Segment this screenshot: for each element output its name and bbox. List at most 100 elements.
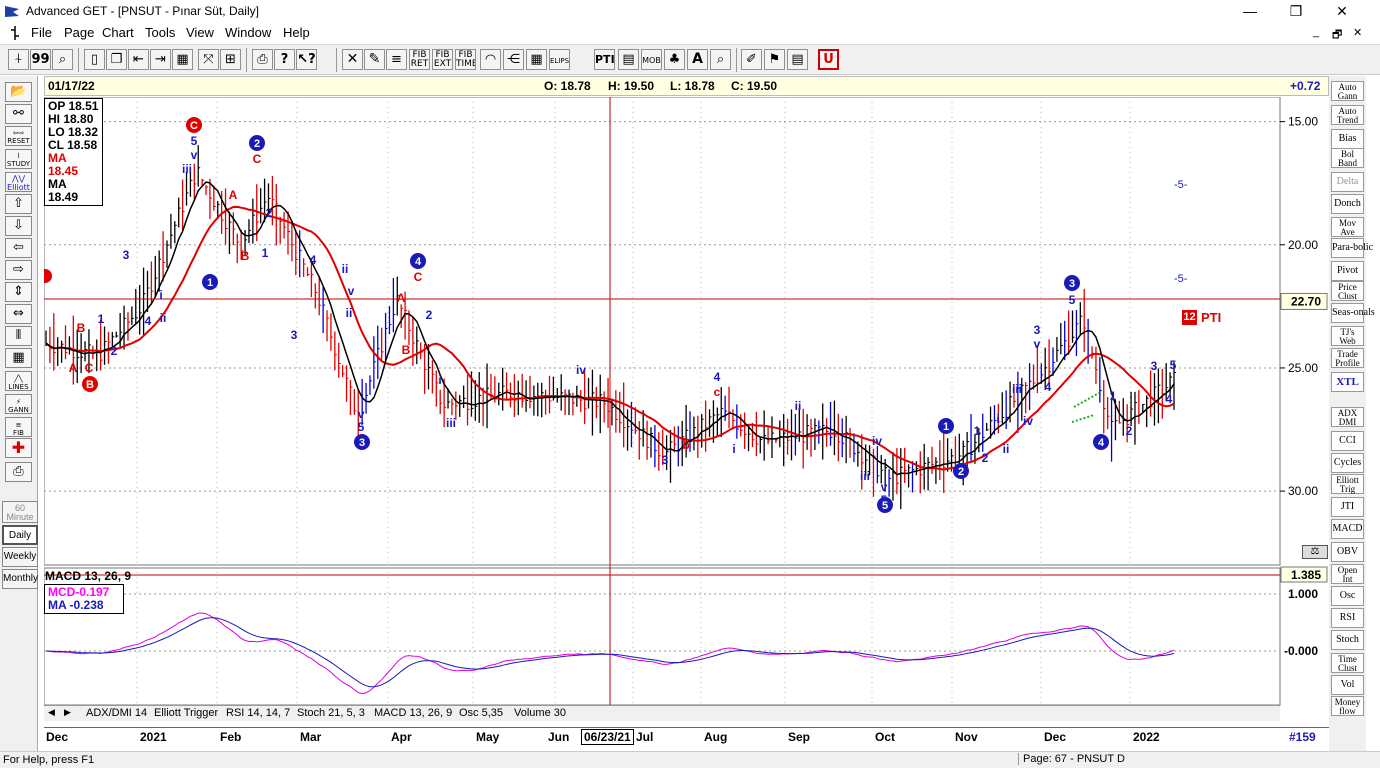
study-button-pivot[interactable]: Pivot	[1331, 261, 1364, 281]
pti-button[interactable]: PTI	[594, 49, 615, 70]
lines-button[interactable]: ╱╲ LINES	[5, 371, 32, 391]
tile-icon[interactable]: ▦	[172, 49, 193, 70]
chart-area[interactable]: C 5 v iii 2 C A B 2 1 1 3 1 4 i ii 2 B A C B 4 ii v ii 3 4 C A 2 Bv 5 3 i…	[44, 97, 1329, 719]
help-icon[interactable]: ?	[274, 49, 295, 70]
grid-view-icon[interactable]: ▦	[5, 348, 32, 368]
tab-volume[interactable]: Volume 30	[514, 707, 566, 719]
fib-ext-button[interactable]: FIB EXT	[432, 49, 453, 70]
study-button-elliott-trig[interactable]: Elliott Trig	[1331, 474, 1364, 494]
arc-icon[interactable]: ◠	[480, 49, 501, 70]
study-button-donch[interactable]: Donch	[1331, 194, 1364, 214]
expand-bars-icon[interactable]: ⇕	[5, 282, 32, 302]
pencil-icon[interactable]: ✎	[364, 49, 385, 70]
study-button-vol[interactable]: Vol	[1331, 675, 1364, 695]
fib-ret-button[interactable]: FIB RET	[409, 49, 430, 70]
restore-button[interactable]: ❐	[1273, 0, 1319, 23]
reset-button[interactable]: ⇦⇨ RESET	[5, 126, 32, 146]
eraser-icon[interactable]: ✐	[741, 49, 762, 70]
timeframe-60-minute[interactable]: 60 Minute	[2, 501, 38, 523]
new-page-icon[interactable]: ▯	[84, 49, 105, 70]
menu-tools[interactable]: Tools	[145, 25, 175, 40]
study-button-mov-ave[interactable]: Mov Ave	[1331, 217, 1364, 237]
text-tool-button[interactable]: A	[687, 49, 708, 70]
magnify-icon[interactable]: ⌕	[710, 49, 731, 70]
study-button-time-clust[interactable]: Time Clust	[1331, 653, 1364, 673]
study-button-jti[interactable]: JTI	[1331, 497, 1364, 517]
menu-file[interactable]: File	[31, 25, 52, 40]
timeframe-daily[interactable]: Daily	[2, 525, 38, 545]
study-button-seas-onals[interactable]: Seas-onals	[1331, 303, 1375, 323]
study-button-rsi[interactable]: RSI	[1331, 608, 1364, 628]
mob-button[interactable]: MOB	[641, 49, 662, 70]
linkage-icon[interactable]: ⚯	[5, 104, 32, 124]
study-button-delta[interactable]: Delta	[1331, 172, 1364, 192]
table-icon[interactable]: ▤	[618, 49, 639, 70]
study-button-trade-profile[interactable]: Trade Profile	[1331, 348, 1364, 368]
print-icon[interactable]: ⎙	[252, 49, 273, 70]
tab-osc[interactable]: Osc 5,35	[459, 707, 503, 719]
scale-icon[interactable]: ⚖	[1302, 545, 1328, 559]
channel-icon[interactable]: ≡	[386, 49, 407, 70]
tab-next-arrow[interactable]: ▶	[64, 707, 71, 718]
tab-prev-arrow[interactable]: ◀	[48, 707, 55, 718]
study-button[interactable]: ⌇ STUDY	[5, 149, 32, 169]
cross-cursor-icon[interactable]: ✕	[342, 49, 363, 70]
open-folder-icon[interactable]: 📂	[5, 82, 32, 102]
stamp-icon[interactable]: ⚑	[764, 49, 785, 70]
u-button[interactable]: U	[818, 49, 839, 70]
close-button[interactable]: ✕	[1319, 0, 1365, 23]
grid-icon[interactable]: ⊞	[220, 49, 241, 70]
prev-chart-icon[interactable]: ⇤	[128, 49, 149, 70]
study-button-adx-dmi[interactable]: ADX DMI	[1331, 407, 1364, 427]
menu-window[interactable]: Window	[225, 25, 271, 40]
arrow-down-icon[interactable]: ⇩	[5, 216, 32, 236]
timeframe-monthly[interactable]: Monthly	[2, 569, 38, 589]
price-chart[interactable]: C5viii2CAB21131 4iii2BA CB4iivii34CA2Bv53i…	[44, 97, 1329, 719]
fib-time-button[interactable]: FIB TIME	[455, 49, 476, 70]
tab-adx-dmi[interactable]: ADX/DMI 14	[86, 707, 147, 719]
gann-button[interactable]: ⚡ GANN	[5, 394, 32, 414]
arrow-up-icon[interactable]: ⇧	[5, 194, 32, 214]
next-chart-icon[interactable]: ⇥	[150, 49, 171, 70]
elliott-button[interactable]: ⋀⋁ Elliott	[5, 172, 32, 192]
zoom-icon[interactable]: ⌕	[52, 49, 73, 70]
tab-elliott-trigger[interactable]: Elliott Trigger	[154, 707, 218, 719]
study-button-bol-band[interactable]: Bol Band	[1331, 148, 1364, 168]
inner-close-button[interactable]: ✕	[1353, 26, 1362, 39]
gann-box-icon[interactable]: ▦	[526, 49, 547, 70]
study-button-open-int[interactable]: Open Int	[1331, 564, 1364, 584]
menu-page[interactable]: Page	[64, 25, 94, 40]
context-help-icon[interactable]: ↖?	[296, 49, 317, 70]
arrow-left-icon[interactable]: ⇦	[5, 238, 32, 258]
study-button-stoch[interactable]: Stoch	[1331, 630, 1364, 650]
chart-type-icon[interactable]: ⫴	[5, 326, 32, 346]
notes-icon[interactable]: ▤	[787, 49, 808, 70]
elips-button[interactable]: ELIPS	[549, 49, 570, 70]
study-button-obv[interactable]: OBV	[1331, 542, 1364, 562]
study-button-cycles[interactable]: Cycles	[1331, 453, 1364, 473]
tab-rsi[interactable]: RSI 14, 14, 7	[226, 707, 290, 719]
minimize-button[interactable]: —	[1227, 0, 1273, 23]
study-button-macd[interactable]: MACD	[1331, 519, 1364, 539]
study-button-para-bolic[interactable]: Para-bolic	[1331, 238, 1373, 258]
study-button-auto-trend[interactable]: Auto Trend	[1331, 105, 1364, 125]
tab-stoch[interactable]: Stoch 21, 5, 3	[297, 707, 365, 719]
arrow-right-icon[interactable]: ⇨	[5, 260, 32, 280]
inner-minimize-button[interactable]: _	[1313, 26, 1319, 38]
printer-icon[interactable]: ⎙	[5, 462, 32, 482]
study-button-tj-s-web[interactable]: TJ's Web	[1331, 326, 1364, 346]
study-button-cci[interactable]: CCI	[1331, 431, 1364, 451]
fan-icon[interactable]: ⋲	[503, 49, 524, 70]
copy-icon[interactable]: ❐	[106, 49, 127, 70]
menu-help[interactable]: Help	[283, 25, 310, 40]
timeframe-weekly[interactable]: Weekly	[2, 547, 38, 567]
study-button-osc[interactable]: Osc	[1331, 586, 1364, 606]
study-button-auto-gann[interactable]: Auto Gann	[1331, 81, 1364, 101]
quote-icon[interactable]: 99	[30, 49, 51, 70]
fib-button[interactable]: ≡ FIB	[5, 417, 32, 437]
compress-bars-icon[interactable]: ⇔	[5, 304, 32, 324]
study-button-bias[interactable]: Bias	[1331, 129, 1364, 149]
cursor-tool-icon[interactable]: ⍭	[8, 49, 29, 70]
tab-macd[interactable]: MACD 13, 26, 9	[374, 707, 452, 719]
study-button-money-flow[interactable]: Money flow	[1331, 696, 1364, 716]
